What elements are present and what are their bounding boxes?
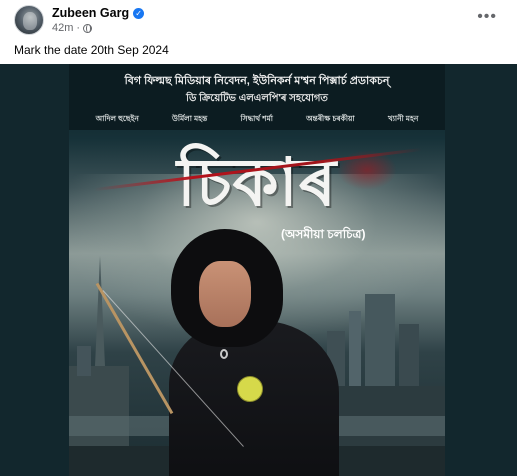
cast-name: খ্যানী মহন: [387, 114, 419, 123]
production-credit-line-2: ডি ক্ৰিয়েটিভ এলএলপি'ৰ সহযোগত: [186, 93, 328, 104]
cast-name: অন্তৰীক্ষ চৰকীয়া: [306, 114, 355, 123]
post-time[interactable]: 42m: [52, 22, 73, 34]
post-caption: Mark the date 20th Sep 2024: [14, 43, 169, 57]
cast-name: সিদ্ধাৰ্থ শৰ্মা: [240, 114, 273, 123]
author-name[interactable]: Zubeen Garg: [52, 6, 129, 20]
movie-poster: বিগ ফিল্মছ মিডিয়াৰ নিবেদন, ইউনিকৰ্ন ম'শ…: [69, 64, 445, 476]
production-credit-line-1: বিগ ফিল্মছ মিডিয়াৰ নিবেদন, ইউনিকৰ্ন ম'শ…: [124, 75, 390, 87]
cast-name: উৰ্মিলা মহন্ত: [172, 114, 208, 123]
blood-splatter: [337, 150, 397, 190]
verified-badge-icon: ✓: [133, 7, 145, 19]
face: [199, 261, 251, 327]
globe-icon: [83, 23, 93, 33]
cast-name: আদিল হুছেইন: [95, 114, 139, 123]
pendant: [220, 349, 228, 359]
post-image[interactable]: বিগ ফিল্মছ মিডিয়াৰ নিবেদন, ইউনিকৰ্ন ম'শ…: [0, 64, 517, 476]
post-header: Zubeen Garg ✓ 42m · •••: [0, 0, 517, 40]
more-options-icon[interactable]: •••: [477, 8, 497, 26]
author-name-row: Zubeen Garg ✓: [52, 6, 145, 20]
cast-list: আদিল হুছেইন উৰ্মিলা মহন্ত সিদ্ধাৰ্থ শৰ্ম…: [69, 114, 445, 126]
lead-actor-figure: [169, 229, 339, 476]
smiley-badge: [237, 376, 263, 402]
avatar[interactable]: [14, 5, 44, 35]
meta-separator: ·: [76, 22, 81, 34]
post-meta: 42m ·: [52, 22, 93, 34]
